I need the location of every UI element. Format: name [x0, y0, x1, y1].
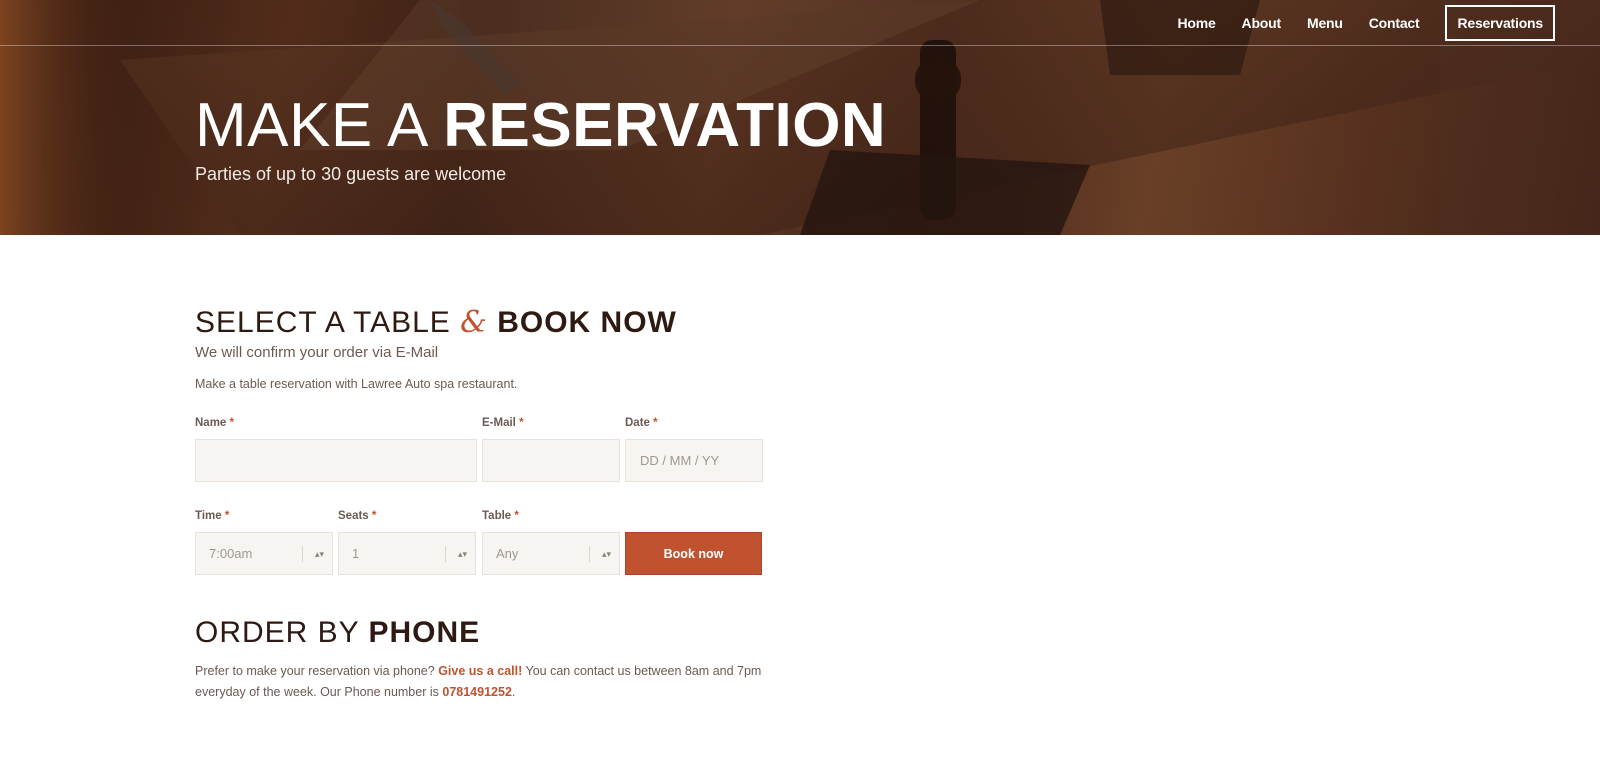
nav-menu-link[interactable]: Menu [1307, 5, 1343, 41]
time-select[interactable]: 7:00am ▴▾ [195, 532, 333, 575]
name-field-group: Name * [195, 415, 477, 482]
page-title: MAKE A RESERVATION [195, 90, 886, 162]
date-field-group: Date * DD / MM / YY [625, 415, 763, 482]
email-input[interactable] [482, 439, 620, 482]
email-label-text: E-Mail [482, 417, 516, 429]
table-select-value: Any [496, 546, 519, 561]
required-mark: * [514, 510, 519, 522]
booking-subtitle: We will confirm your order via E-Mail [195, 344, 439, 361]
phone-number-link[interactable]: 0781491252 [442, 685, 512, 699]
booking-title-light: SELECT A TABLE [195, 306, 451, 339]
date-input[interactable]: DD / MM / YY [625, 439, 763, 482]
seats-label-text: Seats [338, 510, 369, 522]
nav-about-link[interactable]: About [1242, 5, 1282, 41]
seats-label: Seats * [338, 508, 476, 524]
nav-reservations-button[interactable]: Reservations [1445, 5, 1555, 41]
name-label: Name * [195, 415, 477, 431]
seats-select[interactable]: 1 ▴▾ [338, 532, 476, 575]
select-arrows-icon: ▴▾ [302, 546, 324, 562]
phone-description: Prefer to make your reservation via phon… [195, 661, 765, 703]
required-mark: * [519, 417, 524, 429]
nav-home-link[interactable]: Home [1177, 5, 1215, 41]
required-mark: * [371, 510, 377, 522]
page-subtitle: Parties of up to 30 guests are welcome [195, 164, 507, 184]
time-label-text: Time [195, 510, 222, 522]
name-input[interactable] [195, 439, 477, 482]
phone-section-title: ORDER BY PHONE [195, 615, 765, 651]
phone-title-bold: PHONE [368, 616, 481, 649]
date-label: Date * [625, 415, 763, 431]
seats-select-value: 1 [352, 546, 360, 561]
time-select-value: 7:00am [209, 546, 253, 561]
reservation-form: Name * E-Mail * Date * DD / MM / YY Time… [195, 415, 765, 605]
nav-contact-link[interactable]: Contact [1369, 5, 1420, 41]
hero-banner: Home About Menu Contact Reservations MAK… [0, 0, 1600, 235]
seats-field-group: Seats * 1 ▴▾ [338, 508, 476, 575]
book-now-button[interactable]: Book now [625, 532, 762, 575]
time-field-group: Time * 7:00am ▴▾ [195, 508, 333, 575]
table-label: Table * [482, 508, 620, 524]
phone-text-end: . [511, 685, 516, 699]
email-field-group: E-Mail * [482, 415, 620, 482]
booking-section-title: SELECT A TABLE & BOOK NOW [195, 305, 765, 341]
top-navigation: Home About Menu Contact Reservations [0, 0, 1600, 46]
phone-text-before: Prefer to make your reservation via phon… [195, 664, 435, 678]
date-label-text: Date [625, 417, 650, 429]
page-title-light: MAKE A [195, 91, 426, 160]
table-label-text: Table [482, 510, 512, 522]
main-content: SELECT A TABLE & BOOK NOW We will confir… [195, 235, 765, 703]
select-arrows-icon: ▴▾ [445, 546, 467, 562]
call-us-link[interactable]: Give us a call! [438, 664, 522, 678]
booking-title-ampersand: & [460, 305, 488, 340]
required-mark: * [653, 417, 658, 429]
page-title-bold: RESERVATION [443, 91, 887, 160]
email-label: E-Mail * [482, 415, 620, 431]
select-arrows-icon: ▴▾ [589, 546, 611, 562]
booking-description: Make a table reservation with Lawree Aut… [195, 377, 518, 391]
phone-title-light: ORDER BY [195, 616, 360, 649]
table-field-group: Table * Any ▴▾ [482, 508, 620, 575]
required-mark: * [224, 510, 230, 522]
name-label-text: Name [195, 417, 227, 429]
booking-title-bold: BOOK NOW [497, 306, 677, 339]
nav-menu: Home About Menu Contact Reservations [1151, 5, 1555, 41]
table-select[interactable]: Any ▴▾ [482, 532, 620, 575]
required-mark: * [229, 417, 235, 429]
time-label: Time * [195, 508, 333, 524]
